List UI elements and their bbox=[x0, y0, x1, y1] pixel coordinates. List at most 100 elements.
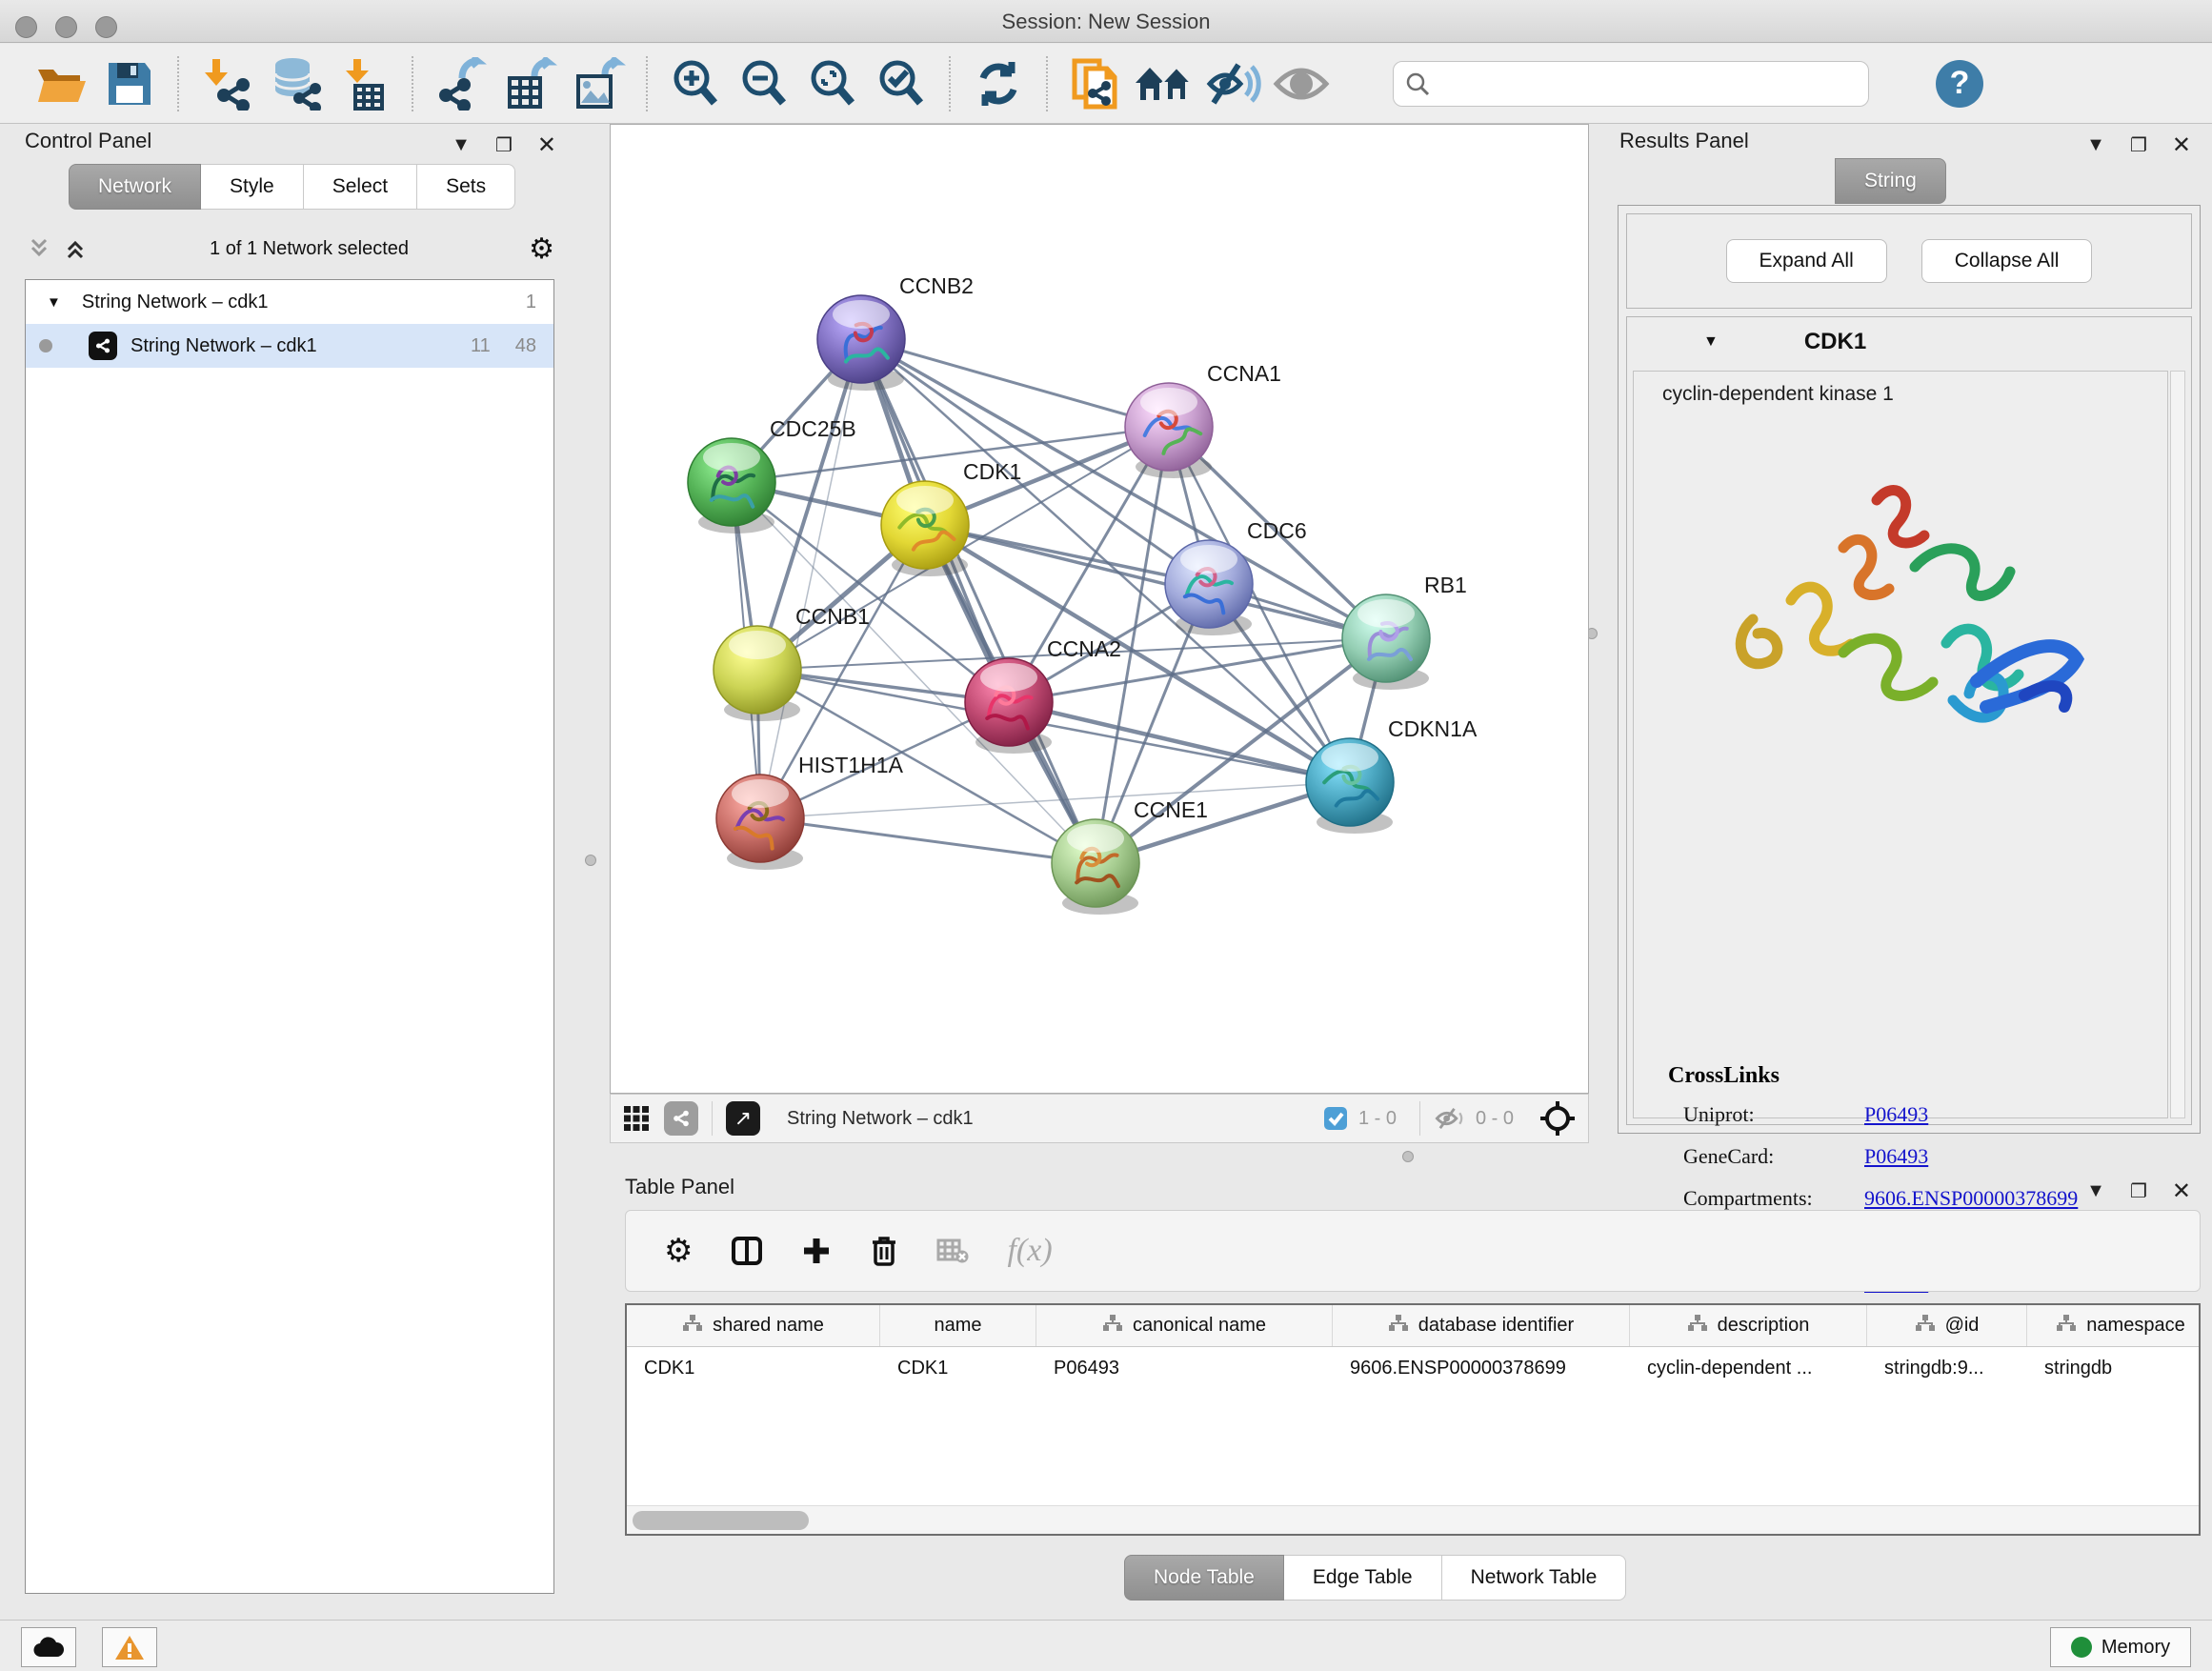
edge-CCNB2-HIST1H1A[interactable] bbox=[760, 339, 861, 818]
expand-all-button[interactable]: Expand All bbox=[1726, 239, 1887, 283]
table-cell[interactable]: 9606.ENSP00000378699 bbox=[1333, 1347, 1630, 1389]
table-cell[interactable]: P06493 bbox=[1036, 1347, 1333, 1389]
table-row[interactable]: CDK1CDK1P064939606.ENSP00000378699cyclin… bbox=[627, 1347, 2199, 1389]
zoom-fit-icon[interactable] bbox=[798, 54, 867, 113]
clone-network-icon[interactable] bbox=[1061, 54, 1130, 113]
float-panel-icon[interactable]: ▼ bbox=[452, 134, 471, 156]
network-options-gear-icon[interactable]: ⚙ bbox=[529, 232, 554, 266]
column-header-name[interactable]: name bbox=[880, 1305, 1036, 1346]
tab-string[interactable]: String bbox=[1835, 158, 1946, 204]
edge-CCNA2-CDKN1A[interactable] bbox=[1009, 702, 1350, 782]
column-header-database-identifier[interactable]: database identifier bbox=[1333, 1305, 1630, 1346]
search-input[interactable] bbox=[1438, 72, 1857, 94]
table-options-gear-icon[interactable]: ⚙ bbox=[664, 1232, 693, 1270]
selected-checkbox-icon[interactable] bbox=[1322, 1105, 1349, 1132]
column-header--id[interactable]: @id bbox=[1867, 1305, 2027, 1346]
save-session-icon[interactable] bbox=[95, 54, 164, 113]
table-cell[interactable]: CDK1 bbox=[627, 1347, 880, 1389]
cloud-status-button[interactable] bbox=[21, 1627, 76, 1667]
tab-network-table[interactable]: Network Table bbox=[1442, 1555, 1627, 1601]
import-network-database-icon[interactable] bbox=[261, 54, 330, 113]
expand-all-chevron-icon[interactable] bbox=[61, 234, 90, 263]
edge-CCNB2-CCNE1[interactable] bbox=[861, 339, 1096, 863]
tab-network[interactable]: Network bbox=[69, 164, 201, 210]
network-node-CCNB2[interactable]: CCNB2 bbox=[817, 273, 974, 391]
network-view-canvas[interactable]: CCNB2CCNA1CDC25BCDK1CDC6RB1CCNB1CCNA2CDK… bbox=[610, 124, 1589, 1094]
network-node-CCNA1[interactable]: CCNA1 bbox=[1125, 361, 1281, 478]
tab-sets[interactable]: Sets bbox=[417, 164, 515, 210]
hidden-eye-slash-icon[interactable] bbox=[1434, 1105, 1466, 1132]
network-node-CDC25B[interactable]: CDC25B bbox=[688, 416, 856, 534]
zoom-selected-icon[interactable] bbox=[867, 54, 935, 113]
help-button[interactable]: ? bbox=[1936, 60, 1983, 108]
fit-selected-crosshair-icon[interactable] bbox=[1538, 1099, 1577, 1137]
maximize-panel-icon[interactable]: ❐ bbox=[495, 133, 513, 157]
export-image-icon[interactable] bbox=[564, 54, 633, 113]
import-table-file-icon[interactable] bbox=[330, 54, 398, 113]
collapse-all-chevron-icon[interactable] bbox=[25, 234, 53, 263]
show-columns-icon[interactable] bbox=[731, 1235, 763, 1267]
tab-select[interactable]: Select bbox=[304, 164, 417, 210]
maximize-panel-icon[interactable]: ❐ bbox=[2130, 1179, 2147, 1203]
node-table: shared namenamecanonical namedatabase id… bbox=[625, 1303, 2201, 1536]
tree-expander-icon[interactable]: ▼ bbox=[47, 294, 61, 311]
hide-glass-eye-icon[interactable] bbox=[1198, 54, 1267, 113]
column-header-shared-name[interactable]: shared name bbox=[627, 1305, 880, 1346]
network-node-CDK1[interactable]: CDK1 bbox=[881, 459, 1021, 576]
close-panel-icon[interactable]: ✕ bbox=[537, 131, 556, 159]
close-panel-icon[interactable]: ✕ bbox=[2172, 131, 2191, 159]
zoom-out-icon[interactable] bbox=[730, 54, 798, 113]
node-entry-header[interactable]: ▼ CDK1 bbox=[1627, 317, 2191, 367]
table-horizontal-scrollbar[interactable] bbox=[627, 1505, 2199, 1534]
table-cell[interactable]: cyclin-dependent ... bbox=[1630, 1347, 1867, 1389]
float-panel-icon[interactable]: ▼ bbox=[2086, 1180, 2105, 1202]
zoom-in-icon[interactable] bbox=[661, 54, 730, 113]
export-network-icon[interactable] bbox=[427, 54, 495, 113]
delete-column-trash-icon[interactable] bbox=[870, 1235, 898, 1267]
network-view-statusbar: ↗ String Network – cdk1 1 - 0 0 - 0 bbox=[610, 1094, 1589, 1143]
table-cell[interactable]: stringdb:9... bbox=[1867, 1347, 2027, 1389]
tab-edge-table[interactable]: Edge Table bbox=[1284, 1555, 1442, 1601]
grid-view-icon[interactable] bbox=[622, 1104, 651, 1133]
scrollbar-thumb[interactable] bbox=[633, 1511, 809, 1530]
tab-style[interactable]: Style bbox=[201, 164, 304, 210]
import-network-file-icon[interactable] bbox=[192, 54, 261, 113]
results-scrollbar[interactable] bbox=[2170, 371, 2185, 1118]
tab-node-table[interactable]: Node Table bbox=[1124, 1555, 1284, 1601]
edge-CCNB2-CCNA1[interactable] bbox=[861, 339, 1169, 427]
export-table-icon[interactable] bbox=[495, 54, 564, 113]
string-home-icon[interactable] bbox=[1130, 54, 1198, 113]
network-node-CDC6[interactable]: CDC6 bbox=[1165, 518, 1307, 635]
collapse-all-button[interactable]: Collapse All bbox=[1921, 239, 2093, 283]
search-box[interactable] bbox=[1393, 61, 1869, 107]
network-node-CCNB1[interactable]: CCNB1 bbox=[714, 604, 870, 721]
float-panel-icon[interactable]: ▼ bbox=[2086, 134, 2105, 156]
close-panel-icon[interactable]: ✕ bbox=[2172, 1178, 2191, 1205]
network-node-CDKN1A[interactable]: CDKN1A bbox=[1306, 716, 1478, 834]
column-header-canonical-name[interactable]: canonical name bbox=[1036, 1305, 1333, 1346]
maximize-panel-icon[interactable]: ❐ bbox=[2130, 133, 2147, 157]
network-tree-child-row[interactable]: String Network – cdk1 11 48 bbox=[26, 324, 553, 368]
column-header-description[interactable]: description bbox=[1630, 1305, 1867, 1346]
memory-button[interactable]: Memory bbox=[2050, 1627, 2191, 1667]
table-cell[interactable]: CDK1 bbox=[880, 1347, 1036, 1389]
column-header-namespace[interactable]: namespace bbox=[2027, 1305, 2201, 1346]
shared-column-icon bbox=[1915, 1314, 1936, 1339]
network-tree-root-row[interactable]: ▼ String Network – cdk1 1 bbox=[26, 280, 553, 324]
crosslink-link[interactable]: P06493 bbox=[1864, 1102, 1928, 1127]
network-node-RB1[interactable]: RB1 bbox=[1342, 573, 1467, 690]
edge-HIST1H1A-CCNE1[interactable] bbox=[760, 818, 1096, 863]
birdseye-view-icon[interactable]: ↗ bbox=[726, 1101, 760, 1136]
create-column-plus-icon[interactable] bbox=[801, 1236, 832, 1266]
edge-CDK1-RB1[interactable] bbox=[925, 525, 1386, 638]
show-eye-icon[interactable] bbox=[1267, 54, 1336, 113]
vertical-splitter-handle[interactable] bbox=[585, 855, 596, 866]
crosslink-link[interactable]: P06493 bbox=[1864, 1144, 1928, 1169]
apply-style-refresh-icon[interactable] bbox=[964, 54, 1033, 113]
network-share-view-icon[interactable] bbox=[664, 1101, 698, 1136]
horizontal-splitter-handle[interactable] bbox=[1402, 1151, 1414, 1162]
warnings-button[interactable] bbox=[102, 1627, 157, 1667]
table-cell[interactable]: stringdb bbox=[2027, 1347, 2201, 1389]
collapse-entry-icon[interactable]: ▼ bbox=[1703, 333, 1719, 351]
open-session-icon[interactable] bbox=[27, 54, 95, 113]
